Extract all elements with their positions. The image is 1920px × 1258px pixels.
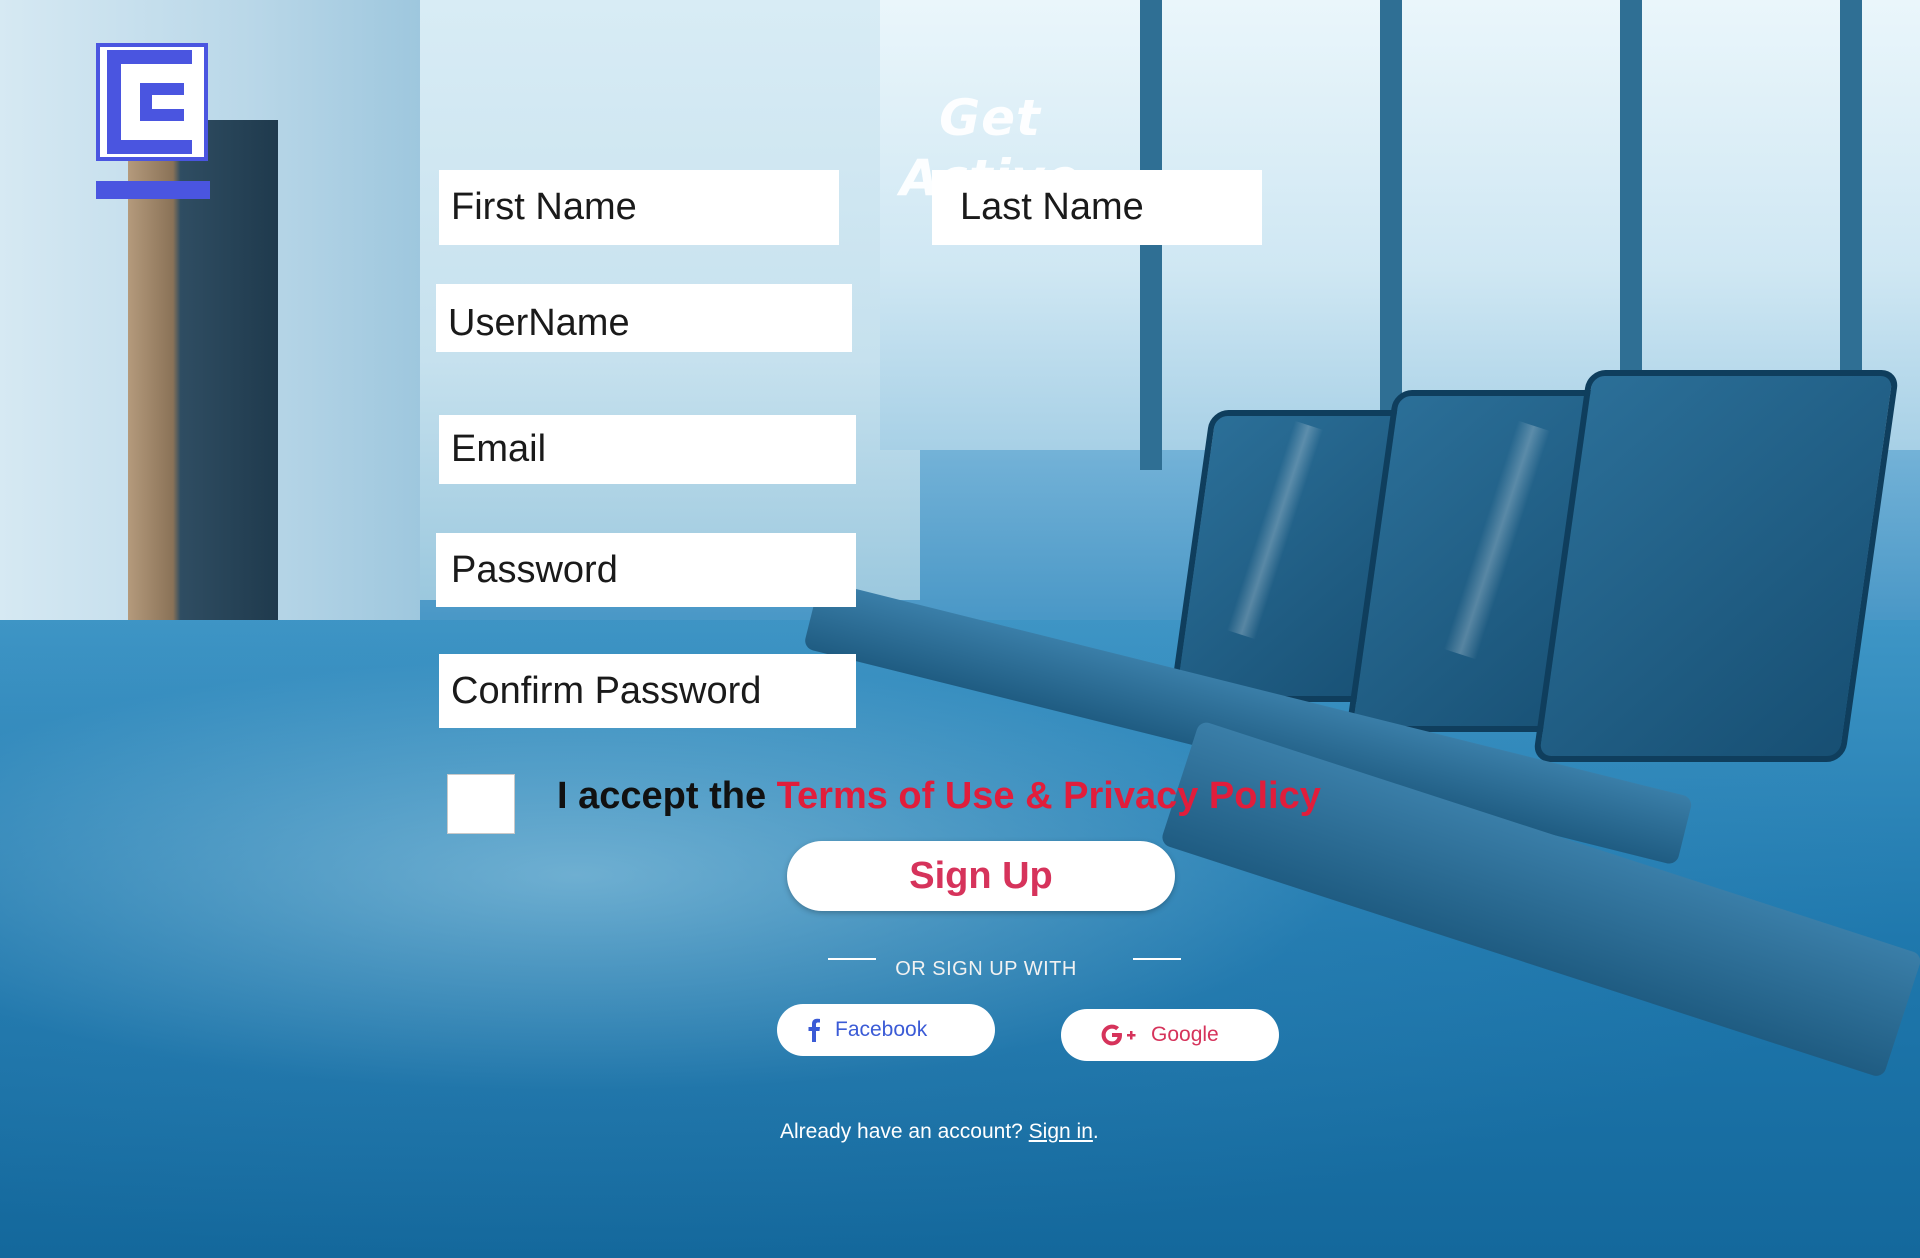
google-button[interactable]: Google [1061,1009,1279,1061]
email-input[interactable] [439,415,856,484]
google-label: Google [1151,1023,1219,1046]
terms-prefix: I accept the [557,775,777,817]
facebook-label: Facebook [835,1018,928,1041]
or-sign-up-with-text: OR SIGN UP WITH [895,958,1077,980]
last-name-input[interactable] [932,170,1262,245]
terms-checkbox[interactable] [447,774,515,834]
sign-in-prompt-text: Already have an account? [780,1120,1029,1143]
divider-left [828,958,876,960]
c-logo-icon [96,43,210,199]
sign-in-suffix: . [1092,1120,1099,1143]
confirm-password-input[interactable] [439,654,856,728]
google-plus-icon [1101,1024,1137,1046]
sign-up-button[interactable]: Sign Up [787,841,1175,911]
divider-right [1133,958,1181,960]
sign-in-prompt: Already have an account? Sign in. [780,1120,1099,1144]
terms-label: I accept the Terms of Use & Privacy Poli… [557,770,1321,822]
first-name-input[interactable] [439,170,839,245]
username-input[interactable] [436,284,852,352]
password-input[interactable] [436,533,856,607]
facebook-button[interactable]: Facebook [777,1004,995,1056]
sign-in-link[interactable]: Sign in [1029,1120,1093,1143]
terms-link[interactable]: Terms of Use & Privacy Policy [777,775,1321,817]
facebook-icon [807,1018,821,1042]
